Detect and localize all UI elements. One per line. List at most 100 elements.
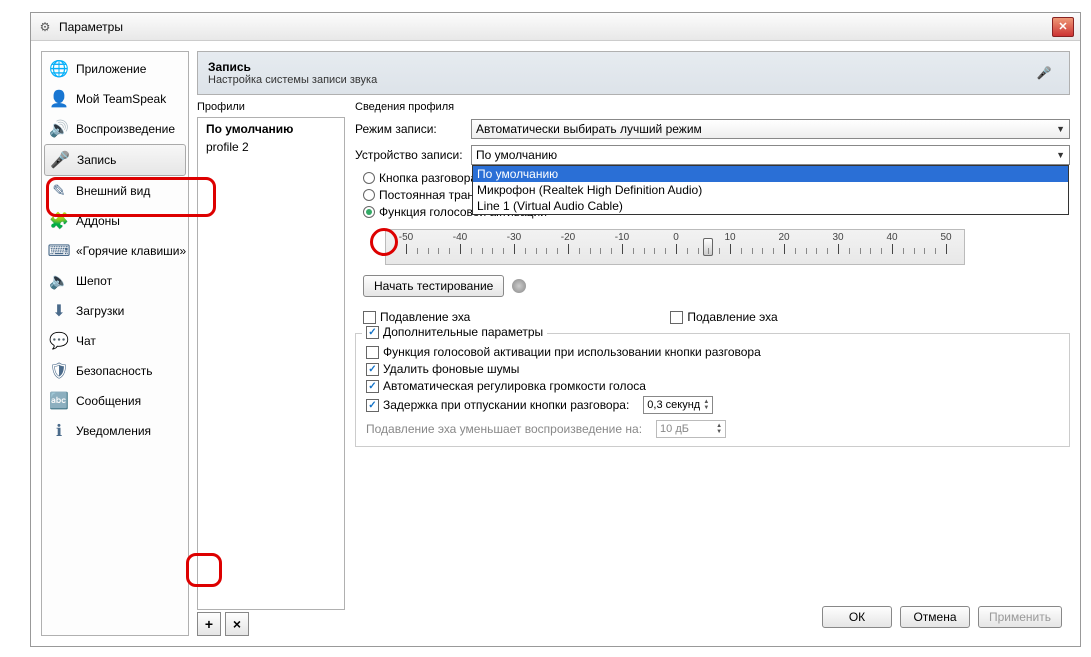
tick-minor	[914, 248, 915, 254]
echo-cancel-2[interactable]: Подавление эха	[670, 310, 777, 324]
tick-minor	[762, 248, 763, 254]
sidebar-item-notifications[interactable]: ℹУведомления	[44, 416, 186, 446]
close-button[interactable]: ✕	[1052, 17, 1074, 37]
pen-icon: ✎	[48, 180, 70, 202]
device-dropdown: По умолчанию Микрофон (Realtek High Defi…	[472, 165, 1069, 215]
page-header: Запись Настройка системы записи звука 🎤	[197, 51, 1070, 95]
page-title: Запись	[208, 60, 377, 74]
sidebar-item-playback[interactable]: 🔊Воспроизведение	[44, 114, 186, 144]
sidebar-item-messages[interactable]: 🔤Сообщения	[44, 386, 186, 416]
ok-button[interactable]: ОК	[822, 606, 892, 628]
tick-mark	[784, 244, 785, 254]
titlebar: ⚙ Параметры ✕	[31, 13, 1080, 41]
sidebar-item-addons[interactable]: 🧩Аддоны	[44, 206, 186, 236]
tick-label: -30	[507, 232, 521, 243]
sidebar-item-design[interactable]: ✎Внешний вид	[44, 176, 186, 206]
vad-slider[interactable]: -50-40-30-20-1001020304050	[385, 229, 965, 265]
tick-minor	[546, 248, 547, 254]
tick-label: 40	[886, 232, 897, 243]
tick-mark	[568, 244, 569, 254]
spinner-arrows-icon: ▲▼	[716, 423, 722, 435]
profiles-label: Профили	[197, 101, 345, 113]
add-profile-button[interactable]: +	[197, 612, 221, 636]
profile-item[interactable]: profile 2	[200, 138, 342, 156]
tick-minor	[870, 248, 871, 254]
bell-icon: ℹ	[48, 420, 70, 442]
device-option[interactable]: Line 1 (Virtual Audio Cable)	[473, 198, 1068, 214]
tick-minor	[795, 248, 796, 254]
start-test-button[interactable]: Начать тестирование	[363, 275, 504, 297]
checkbox-icon	[363, 311, 376, 324]
ducking-spinner: 10 дБ▲▼	[656, 420, 726, 438]
profiles-list[interactable]: По умолчанию profile 2	[197, 117, 345, 610]
mic-icon: 🎤	[49, 149, 71, 171]
speaker-icon: 🔊	[48, 118, 70, 140]
tick-minor	[924, 248, 925, 254]
tick-minor	[665, 248, 666, 254]
echo-cancel-1[interactable]: Подавление эха	[363, 310, 470, 324]
radio-icon	[363, 172, 375, 184]
checkbox-icon	[670, 311, 683, 324]
radio-icon	[363, 189, 375, 201]
cancel-button[interactable]: Отмена	[900, 606, 970, 628]
tick-minor	[881, 248, 882, 254]
gear-icon: ⚙	[37, 19, 53, 35]
device-option[interactable]: Микрофон (Realtek High Definition Audio)	[473, 182, 1068, 198]
tick-minor	[482, 248, 483, 254]
checkbox-icon	[366, 399, 379, 412]
tick-minor	[417, 248, 418, 254]
device-combo[interactable]: По умолчанию ▼ По умолчанию Микрофон (Re…	[471, 145, 1070, 165]
sidebar-item-teamspeak[interactable]: 👤Мой TeamSpeak	[44, 84, 186, 114]
tick-minor	[741, 248, 742, 254]
device-label: Устройство записи:	[355, 148, 465, 162]
tick-minor	[903, 248, 904, 254]
tick-minor	[806, 248, 807, 254]
apply-button[interactable]: Применить	[978, 606, 1062, 628]
adv-vad-ptt[interactable]: Функция голосовой активации при использо…	[366, 345, 1059, 359]
abc-icon: 🔤	[48, 390, 70, 412]
sidebar-item-capture[interactable]: 🎤Запись	[44, 144, 186, 176]
tick-label: -40	[453, 232, 467, 243]
tick-minor	[935, 248, 936, 254]
tick-minor	[428, 248, 429, 254]
adv-agc[interactable]: Автоматическая регулировка громкости гол…	[366, 379, 1059, 393]
mode-combo[interactable]: Автоматически выбирать лучший режим ▼	[471, 119, 1070, 139]
spinner-arrows-icon: ▲▼	[703, 399, 709, 411]
tick-mark	[622, 244, 623, 254]
keyboard-icon: ⌨	[48, 240, 70, 262]
sidebar-item-whisper[interactable]: 🔈Шепот	[44, 266, 186, 296]
tick-minor	[579, 248, 580, 254]
delay-spinner[interactable]: 0,3 секунд▲▼	[643, 396, 713, 414]
tick-label: -10	[615, 232, 629, 243]
sidebar-item-chat[interactable]: 💬Чат	[44, 326, 186, 356]
mic-large-icon: 🎤	[1029, 58, 1059, 88]
details-label: Сведения профиля	[355, 101, 1070, 113]
test-led-icon	[512, 279, 526, 293]
tick-minor	[471, 248, 472, 254]
tick-mark	[838, 244, 839, 254]
dialog-footer: ОК Отмена Применить	[822, 606, 1062, 628]
sidebar-item-security[interactable]: 🛡Безопасность	[44, 356, 186, 386]
delete-profile-button[interactable]: ×	[225, 612, 249, 636]
sidebar-item-app[interactable]: 🌐Приложение	[44, 54, 186, 84]
tick-mark	[406, 244, 407, 254]
tick-label: 0	[673, 232, 679, 243]
tick-minor	[503, 248, 504, 254]
download-icon: ⬇	[48, 300, 70, 322]
sidebar-item-downloads[interactable]: ⬇Загрузки	[44, 296, 186, 326]
device-option[interactable]: По умолчанию	[473, 166, 1068, 182]
tick-minor	[849, 248, 850, 254]
sidebar-item-hotkeys[interactable]: ⌨«Горячие клавиши»	[44, 236, 186, 266]
advanced-toggle[interactable]: Дополнительные параметры	[362, 325, 547, 339]
tick-minor	[698, 248, 699, 254]
checkbox-icon	[366, 380, 379, 393]
profile-item[interactable]: По умолчанию	[200, 120, 342, 138]
tick-label: 10	[724, 232, 735, 243]
mode-label: Режим записи:	[355, 122, 465, 136]
tick-minor	[719, 248, 720, 254]
tick-mark	[946, 244, 947, 254]
adv-delay[interactable]: Задержка при отпускании кнопки разговора…	[366, 396, 1059, 414]
whisper-icon: 🔈	[48, 270, 70, 292]
advanced-group: Дополнительные параметры Функция голосов…	[355, 333, 1070, 447]
adv-denoise[interactable]: Удалить фоновые шумы	[366, 362, 1059, 376]
